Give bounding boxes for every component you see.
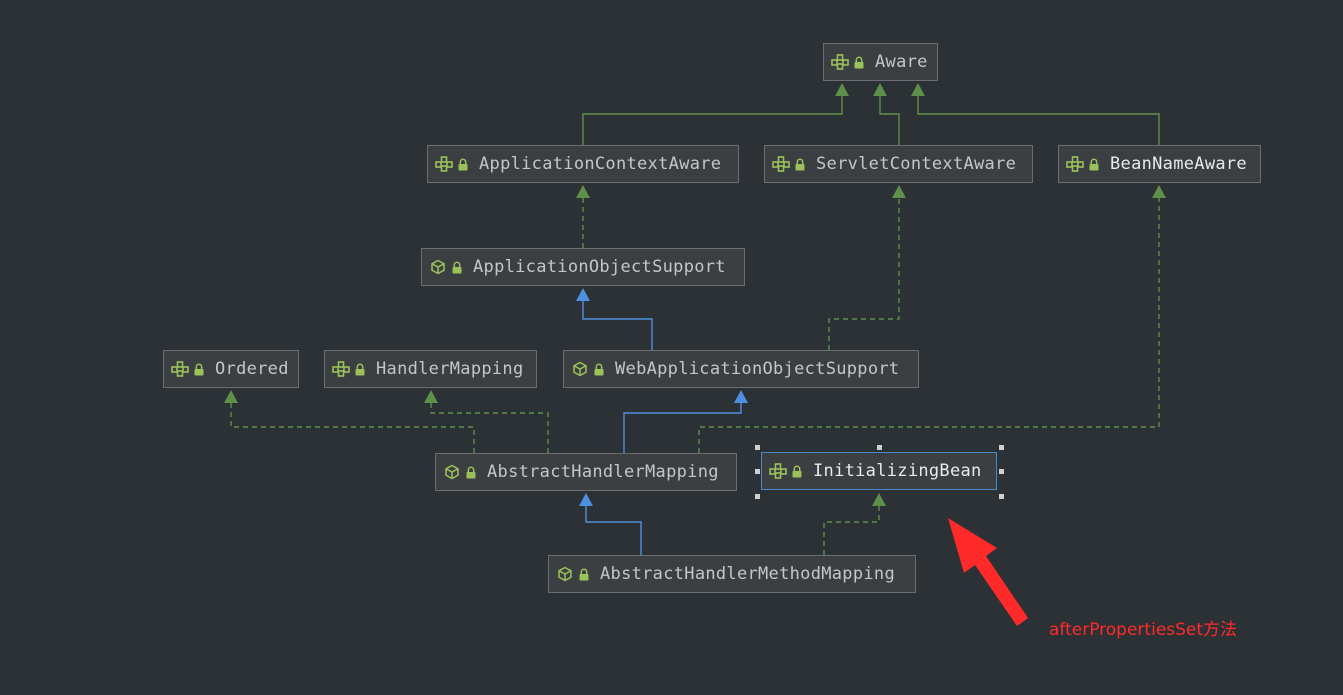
- edge-abstracthandlermethodmapping-initializingbean: [823, 505, 880, 555]
- node-label: Ordered: [215, 359, 289, 379]
- annotation-note: afterPropertiesSet方法: [1049, 620, 1238, 640]
- annotation-arrow: [948, 518, 1028, 626]
- node-label: HandlerMapping: [376, 359, 524, 379]
- arrowhead: [892, 185, 906, 198]
- node-web-application-object-support[interactable]: WebApplicationObjectSupport: [563, 350, 919, 388]
- node-handler-mapping[interactable]: HandlerMapping: [324, 350, 537, 388]
- lock-icon: [578, 566, 590, 582]
- edge-abstracthandlermethodmapping-abstracthandlermapping: [585, 505, 642, 555]
- arrowhead: [576, 185, 590, 198]
- node-bean-name-aware[interactable]: BeanNameAware: [1058, 145, 1261, 183]
- node-label: WebApplicationObjectSupport: [615, 359, 900, 379]
- arrowhead: [911, 83, 925, 96]
- interface-icon: [1065, 155, 1085, 173]
- edge-abstracthandlermapping-handlermapping: [430, 402, 549, 453]
- selection-handle[interactable]: [755, 445, 760, 450]
- node-label: ServletContextAware: [816, 154, 1017, 174]
- lock-icon: [593, 361, 605, 377]
- edge-beannameaware-aware: [917, 95, 1160, 145]
- arrowhead: [576, 288, 590, 301]
- node-label: AbstractHandlerMethodMapping: [600, 564, 895, 584]
- edge-applicationcontextaware-aware: [582, 95, 843, 145]
- arrowhead: [835, 83, 849, 96]
- edge-servletcontextaware-aware: [879, 95, 900, 145]
- node-label: ApplicationContextAware: [479, 154, 722, 174]
- arrowhead: [873, 83, 887, 96]
- edge-abstracthandlermapping-ordered: [230, 402, 475, 453]
- edge-webapplicationobjectsupport-servletcontextaware: [828, 197, 900, 350]
- node-servlet-context-aware[interactable]: ServletContextAware: [764, 145, 1033, 183]
- node-label: BeanNameAware: [1110, 154, 1247, 174]
- arrowhead: [872, 493, 886, 506]
- selection-handle[interactable]: [877, 445, 882, 450]
- arrowhead: [579, 493, 593, 506]
- interface-icon: [434, 155, 454, 173]
- selection-handle[interactable]: [755, 469, 760, 474]
- lock-icon: [465, 464, 477, 480]
- node-label: ApplicationObjectSupport: [473, 257, 726, 277]
- interface-icon: [771, 155, 791, 173]
- node-initializing-bean[interactable]: InitializingBean: [761, 452, 997, 490]
- edge-abstracthandlermapping-webapplicationobjectsupport: [623, 402, 742, 453]
- selection-handle[interactable]: [999, 445, 1004, 450]
- edge-abstracthandlermapping-beannameaware: [698, 197, 1160, 453]
- lock-icon: [791, 463, 803, 479]
- interface-icon: [768, 462, 788, 480]
- node-abstract-handler-method-mapping[interactable]: AbstractHandlerMethodMapping: [548, 555, 916, 593]
- node-application-object-support[interactable]: ApplicationObjectSupport: [421, 248, 745, 286]
- abstract-class-icon: [555, 565, 575, 583]
- node-label: Aware: [875, 52, 928, 72]
- selection-handle[interactable]: [755, 494, 760, 499]
- lock-icon: [794, 156, 806, 172]
- selection-handle[interactable]: [999, 469, 1004, 474]
- lock-icon: [853, 54, 865, 70]
- node-label: InitializingBean: [813, 461, 982, 481]
- lock-icon: [193, 361, 205, 377]
- interface-icon: [830, 53, 850, 71]
- interface-icon: [170, 360, 190, 378]
- abstract-class-icon: [442, 463, 462, 481]
- edge-webapplicationobjectsupport-applicationobjectsupport: [582, 300, 653, 350]
- arrowhead: [424, 390, 438, 403]
- selection-handle[interactable]: [999, 494, 1004, 499]
- lock-icon: [354, 361, 366, 377]
- node-aware[interactable]: Aware: [823, 43, 938, 81]
- lock-icon: [1088, 156, 1100, 172]
- abstract-class-icon: [570, 360, 590, 378]
- lock-icon: [457, 156, 469, 172]
- arrowhead: [1152, 185, 1166, 198]
- node-ordered[interactable]: Ordered: [163, 350, 299, 388]
- interface-icon: [331, 360, 351, 378]
- node-abstract-handler-mapping[interactable]: AbstractHandlerMapping: [435, 453, 737, 491]
- abstract-class-icon: [428, 258, 448, 276]
- arrowhead: [734, 390, 748, 403]
- node-application-context-aware[interactable]: ApplicationContextAware: [427, 145, 739, 183]
- lock-icon: [451, 259, 463, 275]
- node-label: AbstractHandlerMapping: [487, 462, 719, 482]
- arrowhead: [224, 390, 238, 403]
